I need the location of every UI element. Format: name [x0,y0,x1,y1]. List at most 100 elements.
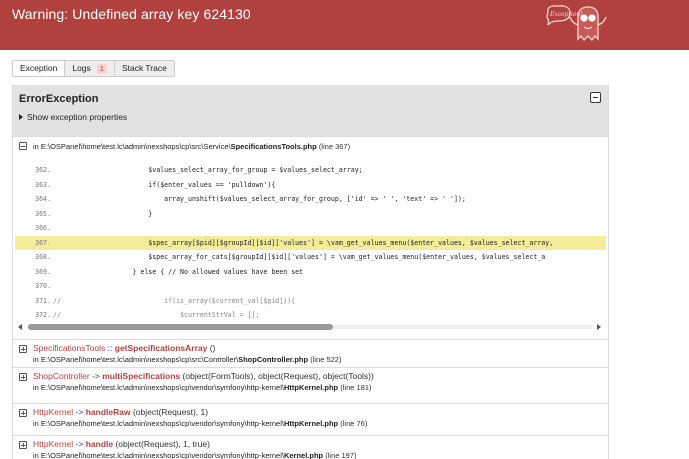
frame-file: HttpKernel.php [283,383,339,392]
trace-frame: HttpKernel -> handle (object(Request), 1… [13,435,608,459]
frame-location: in E:\OSPanel\home\test.lc\admin\nexshop… [33,419,368,428]
line-number: 368. [35,253,51,261]
scroll-left-icon[interactable] [18,324,22,330]
frame-sep: -> [73,439,86,449]
frame-class: HttpKernel [33,407,74,417]
frame-call: HttpKernel -> handle (object(Request), 1… [33,439,210,449]
frame-call: ShopController -> multiSpecifications (o… [33,371,374,381]
collapse-icon[interactable] [590,92,601,103]
code-line: 369. } else { // No allowed values have … [15,265,606,280]
exception-panel: ErrorException Show exception properties… [12,85,609,459]
trace-frame: HttpKernel -> handleRaw (object(Request)… [13,403,608,435]
code-line: 364. array_unshift($values_select_array_… [15,192,606,207]
trace-frame: in E:\OSPanel\home\test.lc\admin\nexshop… [13,136,608,339]
code-text: } else { // No allowed values have been … [132,267,304,276]
code-viewer[interactable]: 362. $values_select_array_for_group = $v… [15,163,606,331]
frame-sep: -> [73,407,86,417]
code-text: $spec_array[$pid][$groupId][$id]['values… [148,238,558,247]
caret-right-icon [19,114,23,120]
code-line-highlighted: 367. $spec_array[$pid][$groupId][$id]['v… [15,235,606,250]
frame-call: SpecificationsTools :: getSpecifications… [33,343,215,353]
frame-file: SpecificationsTools.php [230,142,317,151]
error-header: Warning: Undefined array key 624130 Exce… [0,0,689,50]
frame-location: in E:\OSPanel\home\test.lc\admin\nexshop… [33,451,357,459]
frame-args: () [207,343,216,353]
frame-class: HttpKernel [33,439,74,449]
code-text: array_unshift($values_select_array_for_g… [164,195,466,203]
frame-args: (object(Request), 1, true) [113,439,210,449]
frame-location: in E:\OSPanel\home\test.lc\admin\nexshop… [33,355,342,364]
exception-ghost-icon: Exception! [546,5,607,41]
frame-path: E:\OSPanel\home\test.lc\admin\nexshops\c… [40,142,231,151]
show-exception-properties[interactable]: Show exception properties [19,112,127,122]
line-number: 363. [35,180,51,189]
frame-method: multiSpecifications [102,371,181,381]
frame-file: ShopController.php [238,355,309,364]
frame-path: E:\OSPanel\home\test.lc\admin\nexshops\c… [40,383,284,392]
expand-frame-icon[interactable] [19,373,27,381]
frame-path: E:\OSPanel\home\test.lc\admin\nexshops\c… [40,419,284,428]
frame-sep: -> [89,371,103,381]
line-number: 371. [35,296,51,305]
code-line: 366. [15,221,606,236]
page-title: Warning: Undefined array key 624130 [12,6,251,22]
code-text: $spec_array_for_cats[$groupId][$id]['val… [148,253,546,261]
exception-panel-header: ErrorException Show exception properties [13,86,608,136]
code-text: $values_select_array_for_group = $values… [148,166,363,174]
code-horizontal-scrollbar[interactable] [18,322,603,330]
line-number: 367. [35,238,51,247]
scroll-right-icon[interactable] [597,324,601,330]
frame-line: (line 181) [340,383,372,392]
logo-text: Exception! [549,11,583,18]
line-number: 369. [35,267,51,276]
frame-method: getSpecificationsArray [114,343,208,353]
line-number: 370. [35,282,51,290]
frame-args: (object(FormTools), object(Request), obj… [180,371,374,381]
tab-exception[interactable]: Exception [13,61,66,76]
tab-stack-trace-label: Stack Trace [121,63,167,73]
line-number: 364. [35,195,51,203]
code-line: 368. $spec_array_for_cats[$groupId][$id]… [15,250,606,265]
code-text: // $currentStrVal = []; [53,311,260,319]
frame-file: HttpKernel.php [283,419,339,428]
frame-file: Kernel.php [283,451,324,459]
expand-frame-icon[interactable] [19,441,27,449]
frame-line: (line 197) [325,451,357,459]
frame-location: in E:\OSPanel\home\test.lc\admin\nexshop… [33,383,372,392]
frame-line: (line 367) [318,142,351,151]
expand-frame-icon[interactable] [19,409,27,417]
code-line: 372.// $currentStrVal = []; [15,308,606,323]
frame-sep: :: [105,343,115,353]
frame-prefix: in [33,142,41,151]
code-text: if($enter_values == 'pulldown'){ [148,180,276,189]
tab-stack-trace[interactable]: Stack Trace [115,61,174,76]
frame-line: (line 76) [340,419,368,428]
tab-logs[interactable]: Logs 1 [65,61,115,76]
line-number: 372. [35,311,51,319]
trace-frame: SpecificationsTools :: getSpecifications… [13,339,608,367]
expand-frame-icon[interactable] [19,345,27,353]
frame-class: SpecificationsTools [33,343,106,353]
scrollbar-thumb[interactable] [28,324,333,330]
frame-method: handleRaw [85,407,131,417]
line-number: 365. [35,209,51,218]
exception-class: ErrorException [19,93,99,105]
frame-path: E:\OSPanel\home\test.lc\admin\nexshops\c… [40,451,284,459]
frame-location: in E:\OSPanel\home\test.lc\admin\nexshop… [33,142,350,151]
frame-method: handle [85,439,114,449]
frame-class: ShopController [33,371,90,381]
frame-line: (line 522) [310,355,342,364]
tab-exception-label: Exception [20,63,58,73]
code-line: 362. $values_select_array_for_group = $v… [15,163,606,178]
code-line: 370. [15,279,606,294]
frame-path: E:\OSPanel\home\test.lc\admin\nexshops\c… [40,355,239,364]
code-text: } [148,209,153,218]
tab-logs-label: Logs [72,63,91,73]
trace-frame: ShopController -> multiSpecifications (o… [13,367,608,403]
code-text: // if(is_array($current_val[$pid])){ [53,296,296,305]
code-line: 371.// if(is_array($current_val[$pid])){ [15,294,606,309]
collapse-frame-icon[interactable] [19,142,27,150]
logs-count-badge: 1 [96,63,107,74]
code-line: 365. } [15,207,606,222]
line-number: 362. [35,166,51,174]
